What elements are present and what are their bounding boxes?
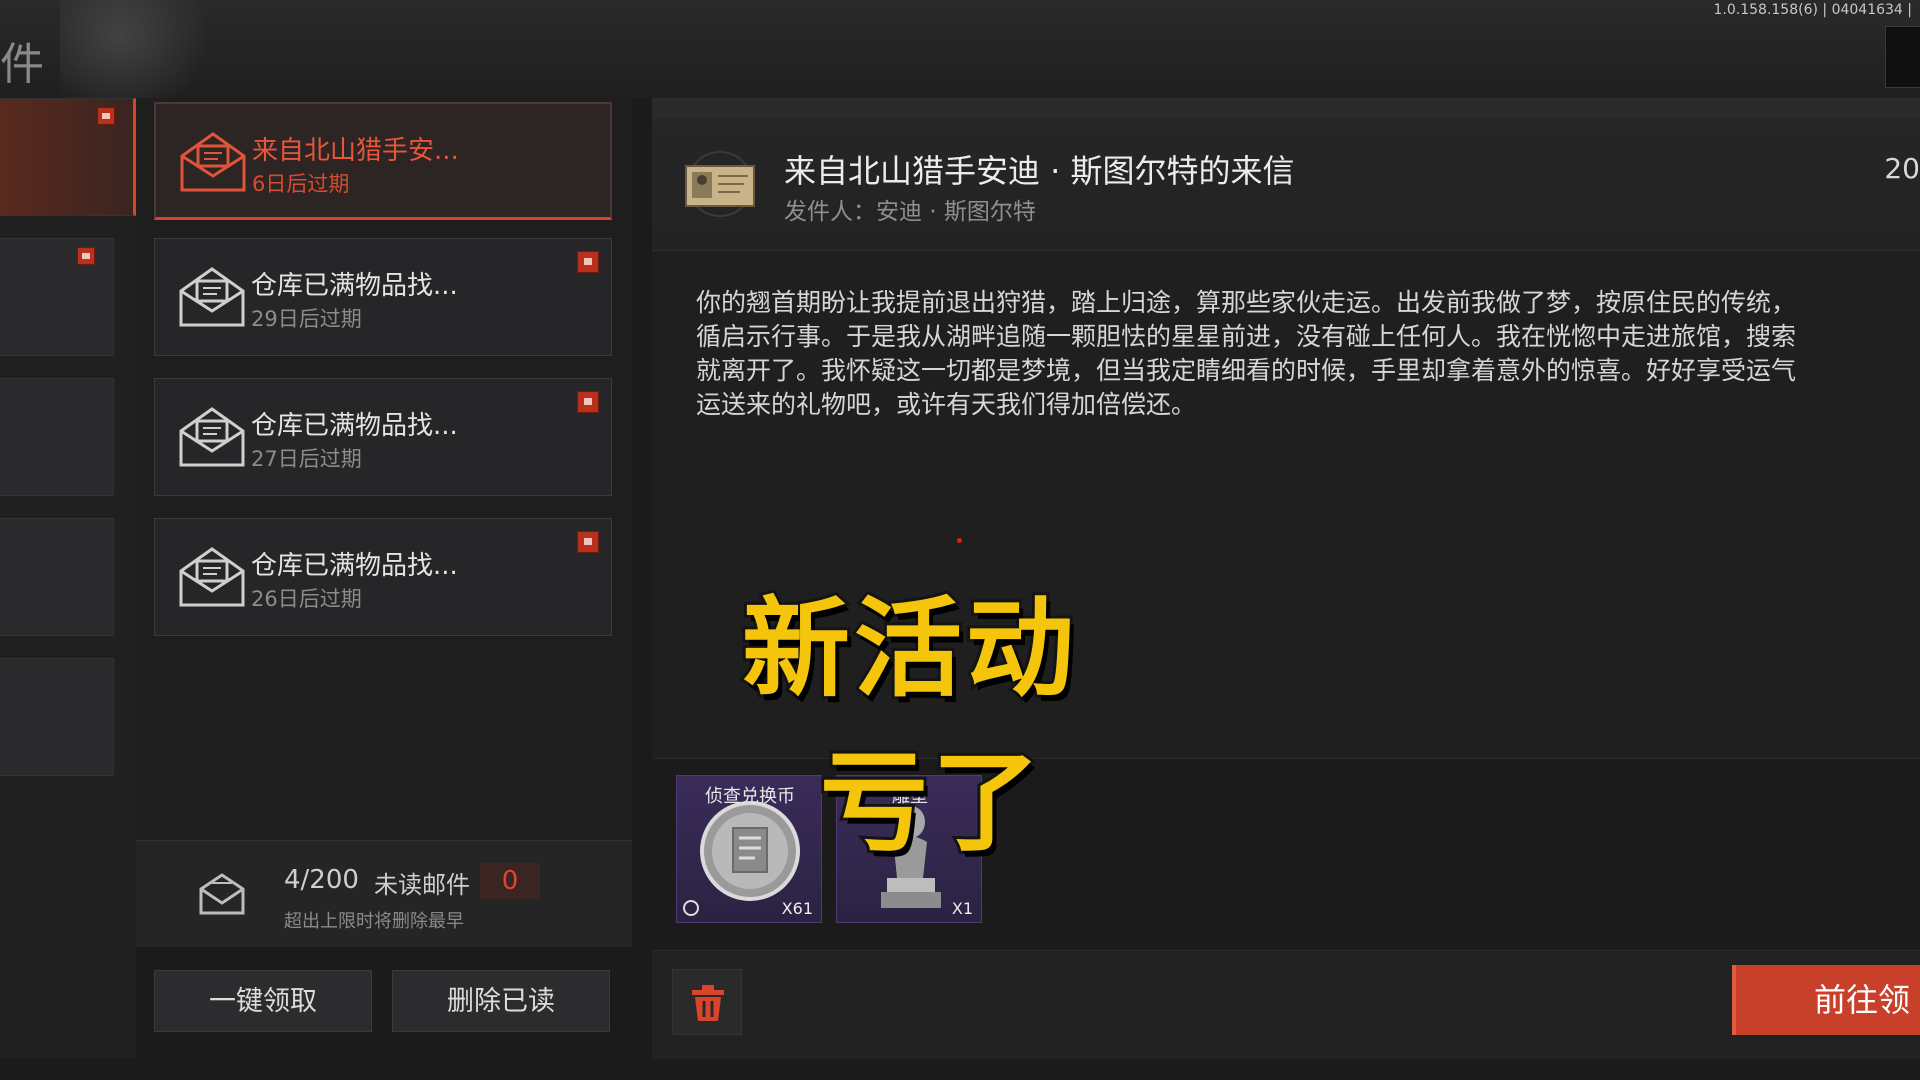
mail-open-icon bbox=[179, 407, 245, 467]
mail-expire: 29日后过期 bbox=[251, 307, 362, 331]
sender-card-icon bbox=[685, 151, 755, 217]
page-title: 件 bbox=[0, 39, 44, 90]
mail-title: 仓库已满物品找... bbox=[251, 411, 458, 441]
mail-expire: 6日后过期 bbox=[252, 172, 350, 196]
clock-icon bbox=[683, 900, 699, 916]
mail-title: 来自北山猎手安... bbox=[252, 136, 459, 166]
version-label: 1.0.158.158(6) | 04041634 | bbox=[1713, 2, 1912, 18]
category-tab-active[interactable] bbox=[0, 98, 136, 216]
mail-open-icon bbox=[179, 547, 245, 607]
mail-list: 来自北山猎手安... 6日后过期 仓库已满物品找... 29日后过期 仓库已满物… bbox=[136, 98, 632, 840]
mail-date: 20 bbox=[1884, 152, 1920, 185]
delete-mail-button[interactable] bbox=[672, 969, 742, 1035]
overlay-caption-line1: 新活动 bbox=[739, 584, 1079, 715]
category-tab[interactable] bbox=[0, 378, 114, 496]
unread-count: 0 bbox=[480, 863, 540, 899]
reward-qty: X61 bbox=[781, 899, 813, 918]
mail-detail-footer: 前往领 bbox=[652, 950, 1920, 1059]
gift-badge-icon bbox=[577, 251, 599, 273]
overlay-caption-line2: 亏了 bbox=[817, 738, 1045, 869]
trash-icon bbox=[692, 985, 724, 1021]
category-sidebar bbox=[0, 98, 136, 1058]
top-bar: 件 1.0.158.158(6) | 04041634 | bbox=[0, 0, 1920, 120]
unread-label: 未读邮件 bbox=[374, 871, 470, 899]
mail-sender: 发件人：安迪 · 斯图尔特 bbox=[784, 199, 1036, 225]
mail-subject: 来自北山猎手安迪 · 斯图尔特的来信 bbox=[784, 152, 1295, 190]
category-tab[interactable] bbox=[0, 238, 114, 356]
mail-detail-header: 来自北山猎手安迪 · 斯图尔特的来信 发件人：安迪 · 斯图尔特 20 bbox=[652, 98, 1920, 251]
mail-item[interactable]: 仓库已满物品找... 29日后过期 bbox=[154, 238, 612, 356]
category-tab[interactable] bbox=[0, 518, 114, 636]
reward-qty: X1 bbox=[951, 899, 973, 918]
delete-read-button[interactable]: 删除已读 bbox=[392, 970, 610, 1032]
header-strip bbox=[652, 98, 1920, 118]
coin-icon bbox=[700, 801, 800, 901]
category-tab[interactable] bbox=[0, 658, 114, 776]
mailbox-icon bbox=[199, 873, 245, 915]
gift-badge-icon bbox=[77, 247, 95, 265]
red-dot bbox=[957, 538, 962, 543]
mail-body-line: 运送来的礼物吧，或许有天我们得加倍偿还。 bbox=[696, 390, 1197, 419]
limit-note: 超出上限时将删除最早 bbox=[284, 911, 464, 932]
claim-button[interactable]: 前往领 bbox=[1732, 965, 1920, 1035]
mail-count: 4/200 bbox=[284, 865, 359, 895]
gift-badge-icon bbox=[577, 391, 599, 413]
reward-item[interactable]: 侦查兑换币 X61 bbox=[676, 775, 822, 923]
mail-item[interactable]: 仓库已满物品找... 27日后过期 bbox=[154, 378, 612, 496]
mail-expire: 26日后过期 bbox=[251, 587, 362, 611]
mail-body-line: 就离开了。我怀疑这一切都是梦境，但当我定睛细看的时候，手里却拿着意外的惊喜。好好… bbox=[696, 356, 1797, 385]
gift-badge-icon bbox=[97, 107, 115, 125]
mail-title: 仓库已满物品找... bbox=[251, 271, 458, 301]
mail-item[interactable]: 仓库已满物品找... 26日后过期 bbox=[154, 518, 612, 636]
gift-badge-icon bbox=[577, 531, 599, 553]
mail-item[interactable]: 来自北山猎手安... 6日后过期 bbox=[154, 102, 612, 220]
mail-body: 你的翘首期盼让我提前退出狩猎，踏上归途，算那些家伙走运。出发前我做了梦，按原住民… bbox=[696, 286, 1920, 422]
mail-body-line: 循启示行事。于是我从湖畔追随一颗胆怯的星星前进，没有碰上任何人。我在恍惚中走进旅… bbox=[696, 322, 1797, 351]
mail-body-line: 你的翘首期盼让我提前退出狩猎，踏上归途，算那些家伙走运。出发前我做了梦，按原住民… bbox=[696, 288, 1797, 317]
mail-open-icon bbox=[180, 132, 246, 192]
mailbox-status: 4/200 未读邮件 0 超出上限时将删除最早 bbox=[136, 840, 632, 947]
claim-all-button[interactable]: 一键领取 bbox=[154, 970, 372, 1032]
reward-name: 侦查兑换币 bbox=[705, 786, 795, 807]
mail-title: 仓库已满物品找... bbox=[251, 551, 458, 581]
mail-open-icon bbox=[179, 267, 245, 327]
top-right-button[interactable] bbox=[1885, 26, 1920, 88]
mail-expire: 27日后过期 bbox=[251, 447, 362, 471]
